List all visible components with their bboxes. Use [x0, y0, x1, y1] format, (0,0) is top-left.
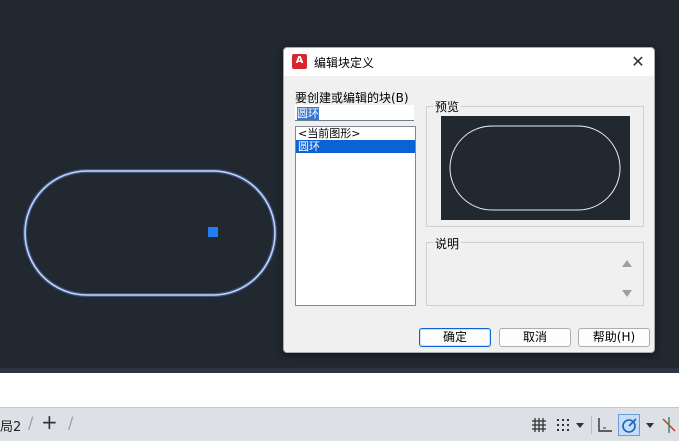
block-name-field[interactable]: 圆环 — [295, 105, 414, 121]
autocad-logo-icon: A — [292, 54, 307, 69]
close-icon[interactable]: ✕ — [628, 52, 648, 72]
cancel-button[interactable]: 取消 — [499, 328, 571, 347]
donut-shape[interactable] — [24, 170, 276, 296]
chevron-down-icon[interactable] — [642, 414, 658, 436]
block-name-value: 圆环 — [297, 107, 319, 120]
grid-icon[interactable] — [528, 414, 550, 436]
layout-tab[interactable]: 局2 — [0, 416, 21, 435]
list-item-donut[interactable]: 圆环 — [296, 140, 415, 153]
dialog-title: 编辑块定义 — [314, 56, 375, 70]
chevron-down-icon[interactable] — [572, 414, 588, 436]
grip-handle[interactable] — [208, 227, 218, 237]
scroll-down-icon[interactable] — [622, 290, 632, 297]
object-snap-tracking-icon[interactable] — [658, 414, 679, 436]
snap-icon[interactable] — [552, 414, 574, 436]
block-list[interactable]: <当前图形> 圆环 — [295, 126, 416, 306]
block-preview — [441, 116, 630, 220]
polar-tracking-icon[interactable] — [618, 414, 640, 436]
command-line[interactable] — [0, 373, 679, 407]
add-layout-icon[interactable]: + — [41, 410, 58, 434]
tab-divider: / — [68, 413, 74, 432]
status-separator — [591, 416, 592, 434]
help-button[interactable]: 帮助(H) — [578, 328, 650, 347]
dialog-titlebar[interactable]: A 编辑块定义 ✕ — [284, 48, 654, 76]
preview-label: 预览 — [433, 98, 462, 115]
ortho-icon[interactable] — [594, 414, 616, 436]
ok-button[interactable]: 确定 — [419, 328, 491, 347]
donut-shape-glow — [23, 169, 277, 297]
scroll-up-icon[interactable] — [622, 260, 632, 267]
tab-divider: / — [28, 413, 34, 432]
block-name-label: 要创建或编辑的块(B) — [295, 91, 409, 105]
list-item-current-drawing[interactable]: <当前图形> — [296, 127, 415, 140]
preview-drawing — [449, 125, 621, 211]
preview-donut-shape — [449, 125, 621, 211]
edit-block-definition-dialog: A 编辑块定义 ✕ 要创建或编辑的块(B) 圆环 <当前图形> 圆环 预览 说明… — [283, 47, 655, 353]
description-text — [431, 250, 609, 300]
status-bar: 局2 / + / — [0, 407, 679, 441]
